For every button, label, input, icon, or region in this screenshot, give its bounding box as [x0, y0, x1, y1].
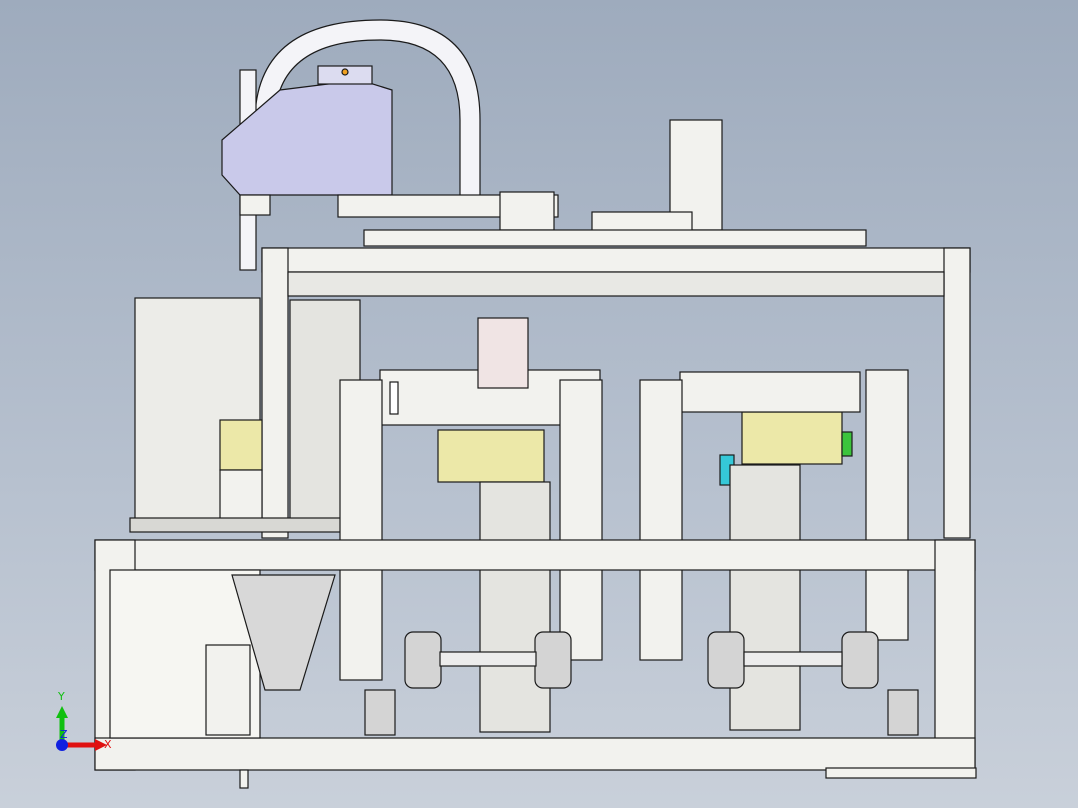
x-axis-label: X [104, 738, 112, 751]
cad-viewport[interactable]: Y X Z [0, 0, 1078, 808]
right-tower [363, 119, 867, 247]
z-axis-label: Z [60, 728, 68, 741]
y-axis-label: Y [57, 690, 65, 703]
y-axis-arrowhead [56, 706, 68, 718]
left-module [129, 297, 361, 533]
